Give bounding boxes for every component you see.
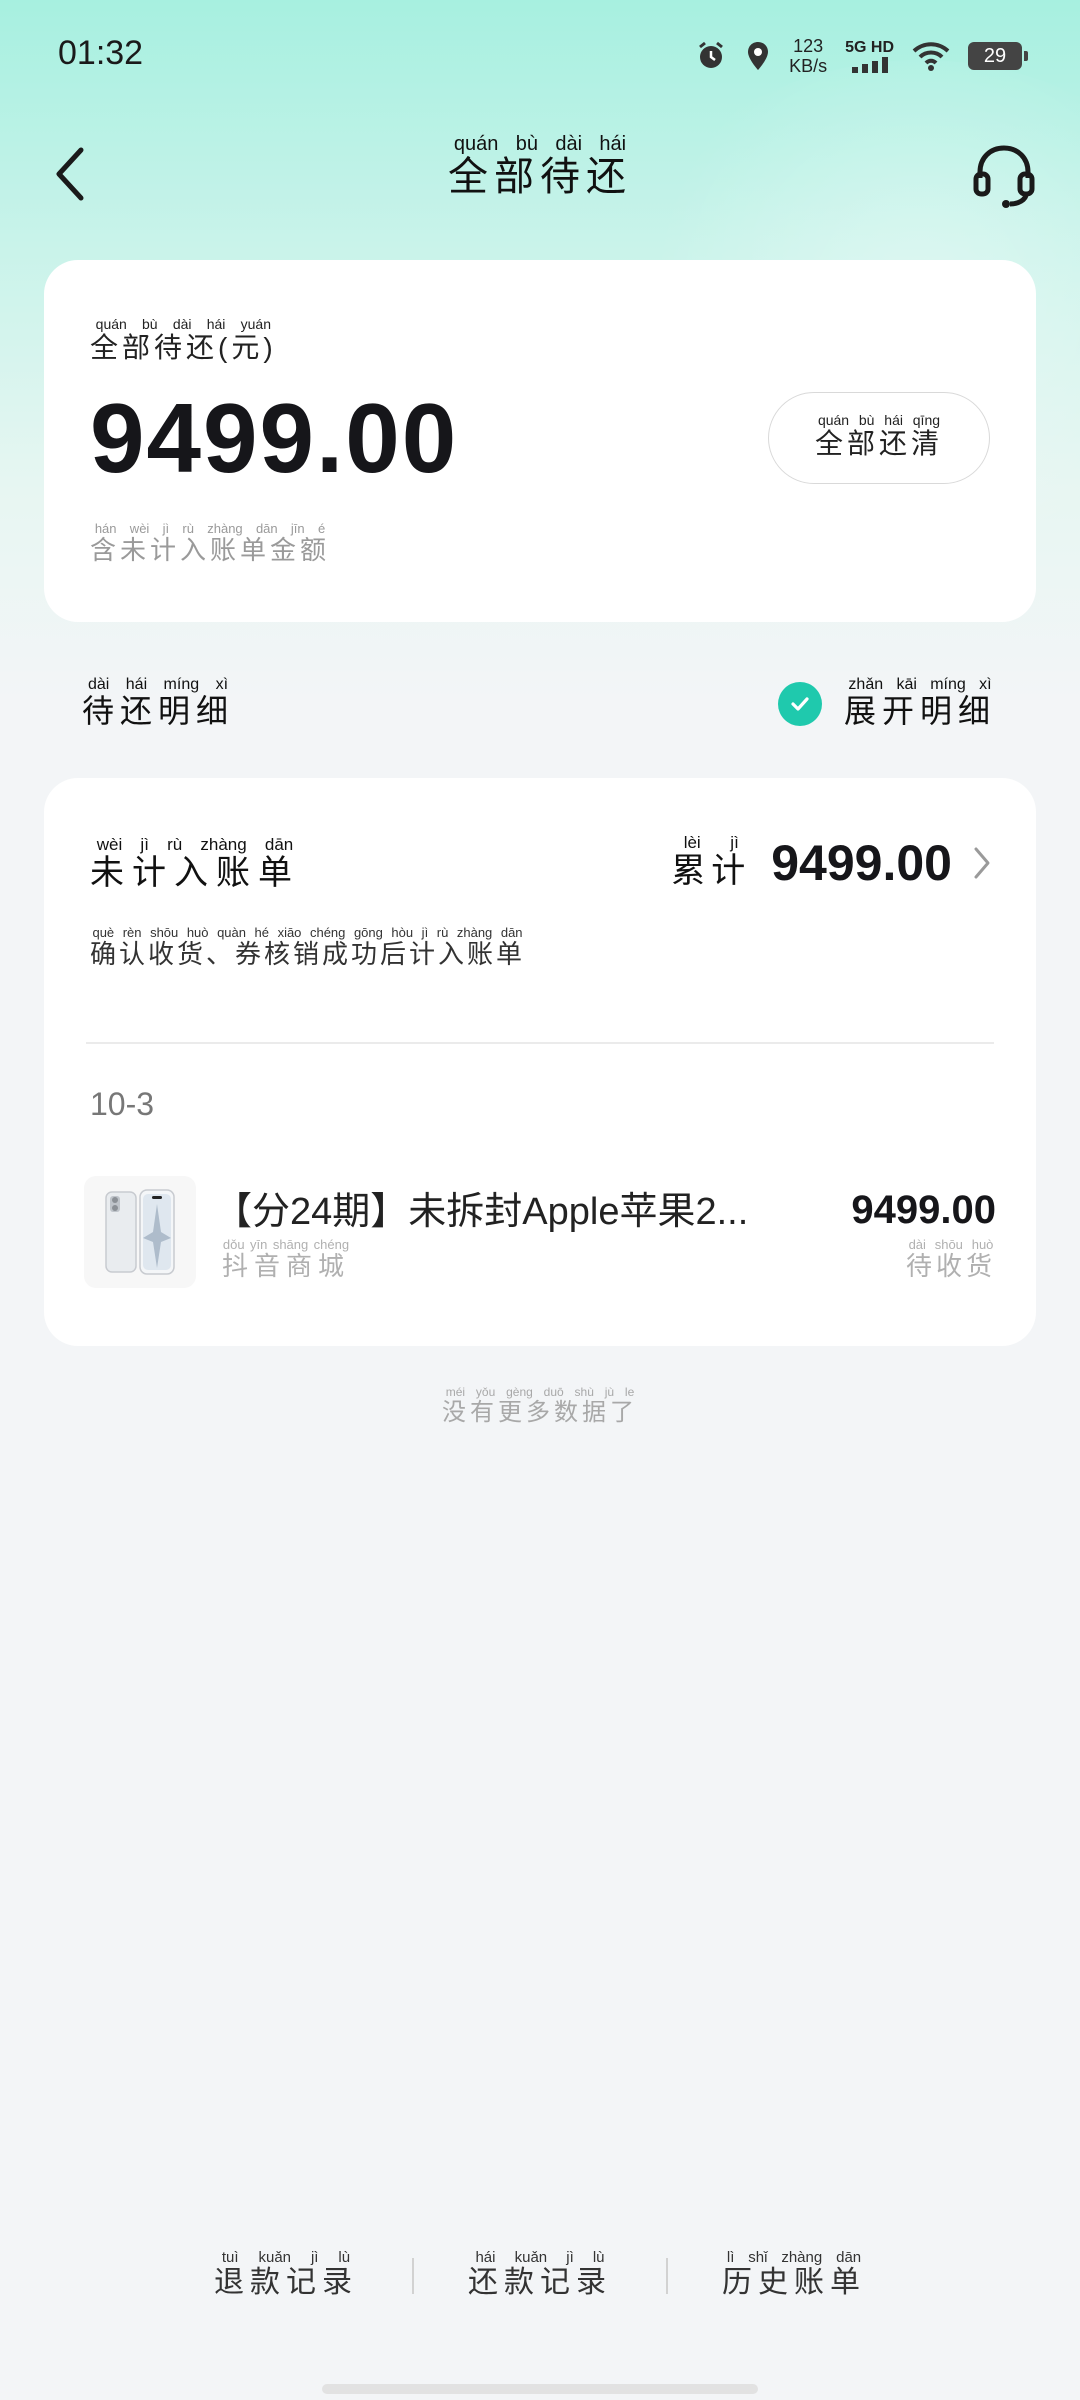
total-due-amount: 9499.00 — [90, 383, 459, 493]
network-speed: 123 KB/s — [789, 36, 827, 76]
total-due-label: 全部待还(元)quán bù dài hái yuán — [90, 316, 277, 366]
item-store: 抖音商城dǒu yīn shāng chéng — [222, 1237, 351, 1283]
chevron-right-icon — [974, 847, 990, 879]
no-more-data-text: 没有更多数据了 — [442, 1399, 638, 1426]
unbilled-title-text: 未计入账单 — [90, 854, 300, 892]
navigation-bar: 全部待还quán bù dài hái — [0, 120, 1080, 230]
unbilled-title: 未计入账单wèi jì rù zhàng dān — [90, 835, 300, 894]
headset-icon — [973, 145, 1035, 208]
phone-product-icon — [84, 1176, 196, 1288]
no-more-data-pinyin: méi yǒu gèng duō shù jù le — [442, 1385, 638, 1399]
cumulative-amount: 9499.00 — [771, 835, 952, 891]
repayment-records-link[interactable]: 还款记录hái kuǎn jì lù — [414, 2249, 666, 2301]
refund-records-pinyin: tuì kuǎn jì lù — [214, 2249, 358, 2266]
pay-all-button-label: 全部还清 — [814, 428, 943, 459]
status-icons: 123 KB/s 5G HD 29 — [695, 36, 1028, 76]
unbilled-note-text: 含未计入账单金额 — [90, 535, 331, 565]
item-status: 待收货dài shōu huò — [905, 1237, 996, 1283]
expand-details-pinyin: zhǎn kāi míng xì — [843, 676, 996, 693]
battery-level: 29 — [983, 44, 1007, 67]
unbilled-card: 未计入账单wèi jì rù zhàng dān 累计lèi jì 9499.0… — [44, 778, 1036, 1346]
pay-all-button-pinyin: quán bù hái qīng — [814, 412, 943, 428]
network-type: 5G HD — [845, 39, 894, 56]
repayment-records-label: 还款记录 — [468, 2266, 612, 2299]
item-price: 9499.00 — [851, 1188, 996, 1232]
page-title-text: 全部待还 — [448, 155, 632, 199]
check-icon — [777, 682, 822, 726]
no-more-data: 没有更多数据了méi yǒu gèng duō shù jù le — [0, 1385, 1080, 1427]
speed-value: 123 — [793, 36, 824, 56]
item-name: 【分24期】未拆封Apple苹果2... — [214, 1191, 749, 1233]
history-bills-label: 历史账单 — [722, 2266, 866, 2299]
cumulative-label-text: 累计 — [671, 852, 752, 890]
item-store-text: 抖音商城 — [222, 1251, 351, 1281]
page-title: 全部待还quán bù dài hái — [0, 133, 1080, 202]
expand-details-toggle[interactable]: 展开明细zhǎn kāi míng xì — [777, 676, 996, 732]
alarm-icon — [695, 40, 727, 72]
repayment-records-pinyin: hái kuǎn jì lù — [468, 2249, 612, 2266]
summary-card: 全部待还(元)quán bù dài hái yuán 9499.00 含未计入… — [44, 260, 1036, 622]
total-due-label-text: 全部待还(元) — [90, 332, 277, 363]
details-title: 待还明细dài hái míng xì — [82, 676, 234, 732]
bottom-links: 退款记录tuì kuǎn jì lù 还款记录hái kuǎn jì lù 历史… — [0, 2249, 1080, 2301]
order-date: 10-3 — [90, 1086, 155, 1122]
total-due-label-pinyin: quán bù dài hái yuán — [90, 316, 277, 332]
item-store-pinyin: dǒu yīn shāng chéng — [222, 1237, 351, 1252]
unbilled-description-pinyin: què rèn shōu huò quàn hé xiāo chéng gōng… — [90, 925, 526, 940]
customer-service-button[interactable] — [968, 138, 1040, 210]
details-header: 待还明细dài hái míng xì 展开明细zhǎn kāi míng xì — [0, 670, 1080, 750]
unbilled-description: 确认收货、券核销成功后计入账单què rèn shōu huò quàn hé … — [90, 925, 526, 971]
status-time: 01:32 — [58, 34, 144, 72]
expand-details-label: 展开明细zhǎn kāi míng xì — [844, 676, 996, 732]
divider — [86, 1042, 994, 1044]
expand-details-text: 展开明细 — [843, 693, 996, 729]
item-status-pinyin: dài shōu huò — [905, 1237, 996, 1252]
status-bar: 01:32 123 KB/s 5G HD 29 — [0, 0, 1080, 110]
pay-all-button[interactable]: 全部还清quán bù hái qīng — [768, 392, 990, 484]
unbilled-description-text: 确认收货、券核销成功后计入账单 — [90, 939, 526, 969]
refund-records-label: 退款记录 — [214, 2266, 358, 2299]
speed-unit: KB/s — [789, 56, 828, 76]
unbilled-note-pinyin: hán wèi jì rù zhàng dān jīn é — [90, 521, 330, 536]
refund-records-link[interactable]: 退款记录tuì kuǎn jì lù — [160, 2249, 412, 2301]
details-title-pinyin: dài hái míng xì — [82, 676, 234, 693]
item-status-text: 待收货 — [905, 1251, 996, 1281]
unbilled-title-pinyin: wèi jì rù zhàng dān — [90, 835, 300, 854]
unbilled-total-link[interactable]: 累计lèi jì 9499.00 — [671, 833, 992, 892]
page-title-pinyin: quán bù dài hái — [448, 133, 632, 155]
cellular-signal-icon: 5G HD — [845, 39, 894, 73]
wifi-icon — [912, 41, 950, 71]
cumulative-label: 累计lèi jì — [671, 833, 752, 892]
home-indicator[interactable] — [322, 2384, 758, 2394]
battery-icon: 29 — [968, 42, 1028, 70]
order-item[interactable]: 【分24期】未拆封Apple苹果2... 抖音商城dǒu yīn shāng c… — [84, 1176, 996, 1296]
history-bills-link[interactable]: 历史账单lì shǐ zhàng dān — [668, 2249, 920, 2301]
history-bills-pinyin: lì shǐ zhàng dān — [722, 2249, 866, 2266]
unbilled-note: 含未计入账单金额hán wèi jì rù zhàng dān jīn é — [90, 521, 331, 567]
cumulative-label-pinyin: lèi jì — [671, 833, 752, 852]
location-icon — [745, 40, 771, 72]
details-title-text: 待还明细 — [82, 693, 235, 729]
